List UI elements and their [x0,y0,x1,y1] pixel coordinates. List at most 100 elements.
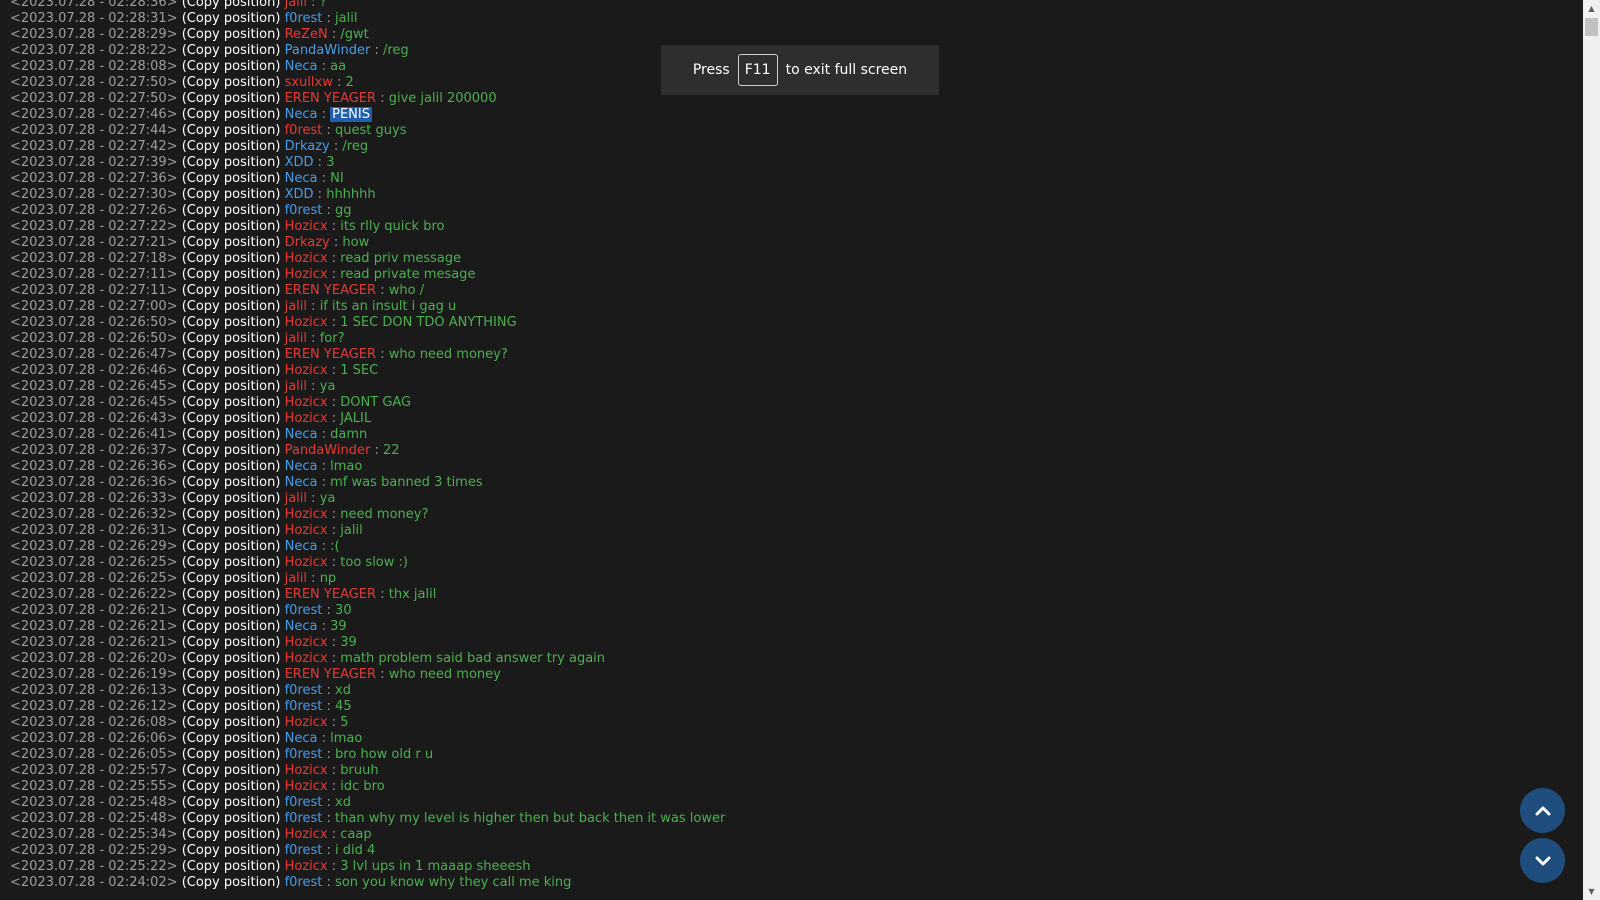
scrollbar[interactable]: ▲ ▼ [1583,0,1600,900]
player-name[interactable]: Hozicx [285,507,328,522]
player-name[interactable]: jalil [285,491,307,506]
copy-position-link[interactable]: (Copy position) [182,555,281,570]
player-name[interactable]: Hozicx [285,267,328,282]
copy-position-link[interactable]: (Copy position) [182,123,281,138]
player-name[interactable]: Hozicx [285,363,328,378]
player-name[interactable]: Neca [285,619,318,634]
player-name[interactable]: PandaWinder [285,43,371,58]
copy-position-link[interactable]: (Copy position) [182,171,281,186]
player-name[interactable]: jalil [285,379,307,394]
player-name[interactable]: PandaWinder [285,443,371,458]
copy-position-link[interactable]: (Copy position) [182,731,281,746]
player-name[interactable]: Hozicx [285,827,328,842]
copy-position-link[interactable]: (Copy position) [182,315,281,330]
scroll-to-top-button[interactable] [1520,788,1565,833]
copy-position-link[interactable]: (Copy position) [182,43,281,58]
player-name[interactable]: jalil [285,299,307,314]
player-name[interactable]: Hozicx [285,763,328,778]
copy-position-link[interactable]: (Copy position) [182,11,281,26]
player-name[interactable]: Drkazy [285,139,330,154]
copy-position-link[interactable]: (Copy position) [182,459,281,474]
player-name[interactable]: ReZeN [285,27,328,42]
player-name[interactable]: XDD [285,155,314,170]
player-name[interactable]: f0rest [285,603,323,618]
player-name[interactable]: Hozicx [285,859,328,874]
copy-position-link[interactable]: (Copy position) [182,763,281,778]
player-name[interactable]: f0rest [285,699,323,714]
copy-position-link[interactable]: (Copy position) [182,619,281,634]
player-name[interactable]: f0rest [285,747,323,762]
player-name[interactable]: Hozicx [285,715,328,730]
scroll-to-bottom-button[interactable] [1520,838,1565,883]
player-name[interactable]: f0rest [285,843,323,858]
player-name[interactable]: EREN YEAGER [285,667,376,682]
copy-position-link[interactable]: (Copy position) [182,523,281,538]
copy-position-link[interactable]: (Copy position) [182,491,281,506]
player-name[interactable]: Neca [285,59,318,74]
copy-position-link[interactable]: (Copy position) [182,91,281,106]
player-name[interactable]: jalil [285,0,307,10]
player-name[interactable]: f0rest [285,683,323,698]
copy-position-link[interactable]: (Copy position) [182,27,281,42]
player-name[interactable]: Hozicx [285,555,328,570]
copy-position-link[interactable]: (Copy position) [182,507,281,522]
player-name[interactable]: f0rest [285,203,323,218]
player-name[interactable]: f0rest [285,795,323,810]
copy-position-link[interactable]: (Copy position) [182,251,281,266]
copy-position-link[interactable]: (Copy position) [182,811,281,826]
player-name[interactable]: f0rest [285,811,323,826]
copy-position-link[interactable]: (Copy position) [182,859,281,874]
copy-position-link[interactable]: (Copy position) [182,107,281,122]
player-name[interactable]: Neca [285,107,318,122]
copy-position-link[interactable]: (Copy position) [182,603,281,618]
copy-position-link[interactable]: (Copy position) [182,299,281,314]
scrollbar-thumb[interactable] [1585,18,1598,36]
copy-position-link[interactable]: (Copy position) [182,587,281,602]
copy-position-link[interactable]: (Copy position) [182,843,281,858]
player-name[interactable]: EREN YEAGER [285,347,376,362]
copy-position-link[interactable]: (Copy position) [182,715,281,730]
copy-position-link[interactable]: (Copy position) [182,219,281,234]
copy-position-link[interactable]: (Copy position) [182,347,281,362]
copy-position-link[interactable]: (Copy position) [182,235,281,250]
player-name[interactable]: Hozicx [285,411,328,426]
copy-position-link[interactable]: (Copy position) [182,363,281,378]
copy-position-link[interactable]: (Copy position) [182,683,281,698]
copy-position-link[interactable]: (Copy position) [182,475,281,490]
scroll-up-arrow-icon[interactable]: ▲ [1583,0,1600,17]
player-name[interactable]: Hozicx [285,219,328,234]
copy-position-link[interactable]: (Copy position) [182,75,281,90]
copy-position-link[interactable]: (Copy position) [182,155,281,170]
copy-position-link[interactable]: (Copy position) [182,139,281,154]
player-name[interactable]: EREN YEAGER [285,283,376,298]
copy-position-link[interactable]: (Copy position) [182,539,281,554]
copy-position-link[interactable]: (Copy position) [182,203,281,218]
copy-position-link[interactable]: (Copy position) [182,651,281,666]
copy-position-link[interactable]: (Copy position) [182,779,281,794]
copy-position-link[interactable]: (Copy position) [182,395,281,410]
copy-position-link[interactable]: (Copy position) [182,747,281,762]
player-name[interactable]: Neca [285,427,318,442]
player-name[interactable]: Hozicx [285,651,328,666]
player-name[interactable]: EREN YEAGER [285,91,376,106]
scroll-down-arrow-icon[interactable]: ▼ [1583,883,1600,900]
player-name[interactable]: jalil [285,331,307,346]
player-name[interactable]: jalil [285,571,307,586]
player-name[interactable]: f0rest [285,11,323,26]
copy-position-link[interactable]: (Copy position) [182,267,281,282]
player-name[interactable]: sxullxw [285,75,333,90]
player-name[interactable]: Hozicx [285,315,328,330]
player-name[interactable]: Hozicx [285,523,328,538]
player-name[interactable]: Hozicx [285,779,328,794]
copy-position-link[interactable]: (Copy position) [182,283,281,298]
player-name[interactable]: f0rest [285,875,323,890]
copy-position-link[interactable]: (Copy position) [182,667,281,682]
copy-position-link[interactable]: (Copy position) [182,827,281,842]
player-name[interactable]: Neca [285,171,318,186]
player-name[interactable]: Neca [285,731,318,746]
copy-position-link[interactable]: (Copy position) [182,443,281,458]
copy-position-link[interactable]: (Copy position) [182,635,281,650]
copy-position-link[interactable]: (Copy position) [182,411,281,426]
player-name[interactable]: Hozicx [285,635,328,650]
copy-position-link[interactable]: (Copy position) [182,875,281,890]
